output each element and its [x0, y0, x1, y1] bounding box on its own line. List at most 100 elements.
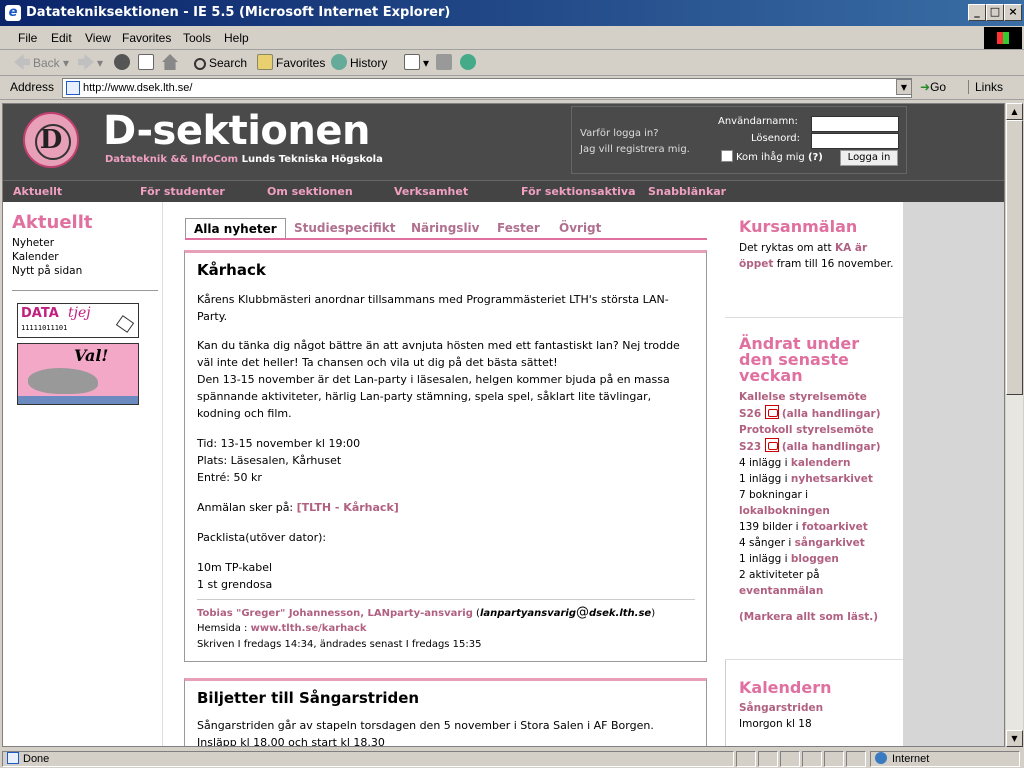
article-paragraph: Kårens Klubbmästeri anordnar tillsammans…	[197, 293, 669, 323]
scroll-up-icon[interactable]: ▲	[1006, 103, 1023, 120]
news-article: Biljetter till Sångarstriden Sångarstrid…	[184, 678, 707, 746]
val-banner[interactable]: Val!	[17, 343, 139, 405]
article-divider	[197, 599, 695, 600]
pdf-icon[interactable]	[764, 405, 779, 419]
pdf-icon[interactable]	[764, 438, 779, 452]
signup-link[interactable]: [TLTH - Kårhack]	[297, 501, 399, 514]
close-button[interactable]: ×	[1004, 4, 1022, 21]
packlist-item: 10m TP-kabel	[197, 561, 273, 574]
alla-handlingar-link[interactable]: (alla handlingar)	[782, 441, 881, 453]
window-titlebar: e Datatekniksektionen - IE 5.5 (Microsof…	[0, 0, 1024, 26]
remember-checkbox[interactable]	[721, 150, 733, 162]
back-button[interactable]: Back ▾	[14, 54, 69, 72]
printer-icon	[436, 54, 452, 70]
username-input[interactable]	[811, 116, 899, 132]
forward-arrow-icon	[78, 54, 94, 70]
why-login-link[interactable]: Varför logga in?	[580, 126, 690, 142]
article-title: Biljetter till Sångarstriden	[197, 689, 420, 707]
menu-tools[interactable]: Tools	[183, 31, 211, 45]
history-button[interactable]: History	[331, 54, 387, 72]
print-button[interactable]	[436, 54, 455, 72]
link-nytt-pa-sidan[interactable]: Nytt på sidan	[12, 264, 82, 278]
article-signup: Anmälan sker på: [TLTH - Kårhack]	[197, 501, 399, 514]
status-cell	[736, 751, 756, 767]
nav-om-sektionen[interactable]: Om sektionen	[267, 185, 353, 198]
login-button[interactable]: Logga in	[840, 150, 898, 166]
links-button[interactable]: Links	[968, 80, 1003, 94]
address-input[interactable]: http://www.dsek.lth.se/	[62, 78, 912, 98]
toolbar: Back ▾ ▾ Search Favorites History ▾	[0, 50, 1024, 76]
register-link[interactable]: Jag vill registrera mig.	[580, 142, 690, 158]
maximize-button[interactable]: □	[986, 4, 1004, 21]
tab-alla-nyheter[interactable]: Alla nyheter	[185, 218, 286, 238]
remember-me[interactable]: Kom ihåg mig (?)	[721, 150, 823, 163]
site-subtitle: Datateknik && InfoCom Lunds Tekniska Hög…	[105, 154, 383, 165]
mark-all-read-link[interactable]: (Markera allt som läst.)	[739, 609, 899, 625]
refresh-button[interactable]	[138, 54, 157, 72]
protokoll-link[interactable]: Protokoll styrelsemöte	[739, 422, 899, 438]
address-url: http://www.dsek.lth.se/	[83, 82, 193, 94]
article-paragraph: Sångarstriden går av stapeln torsdagen d…	[197, 719, 654, 732]
forward-button[interactable]: ▾	[78, 54, 103, 72]
menu-favorites[interactable]: Favorites	[122, 31, 171, 45]
password-input[interactable]	[811, 133, 899, 149]
nav-for-studenter[interactable]: För studenter	[140, 185, 225, 198]
s26-link[interactable]: S26	[739, 408, 761, 420]
news-article: Kårhack Kårens Klubbmästeri anordnar til…	[184, 250, 707, 662]
datatjej-banner[interactable]: DATA tjej 11111011101	[17, 303, 139, 338]
vertical-scrollbar[interactable]: ▲ ▼	[1006, 103, 1023, 747]
kallelse-link[interactable]: Kallelse styrelsemöte	[739, 389, 899, 405]
menu-view[interactable]: View	[85, 31, 111, 45]
homepage-link[interactable]: www.tlth.se/karhack	[251, 623, 367, 634]
scroll-down-icon[interactable]: ▼	[1006, 730, 1023, 747]
scroll-thumb[interactable]	[1006, 120, 1023, 395]
menu-edit[interactable]: Edit	[51, 31, 72, 45]
menu-help[interactable]: Help	[224, 31, 249, 45]
go-button[interactable]: ➜Go	[920, 80, 946, 94]
calendar-event-link[interactable]: Sångarstriden	[739, 700, 899, 716]
site-logo[interactable]: D	[23, 112, 79, 168]
window-title: Datatekniksektionen - IE 5.5 (Microsoft …	[26, 5, 451, 20]
left-divider	[12, 290, 158, 291]
nav-aktuellt[interactable]: Aktuellt	[13, 185, 62, 198]
menu-file[interactable]: File	[18, 31, 37, 45]
tab-naringsliv[interactable]: Näringsliv	[411, 218, 480, 238]
status-cell	[846, 751, 866, 767]
search-button[interactable]: Search	[194, 54, 247, 72]
article-timestamp: Skriven I fredags 14:34, ändrades senast…	[197, 639, 482, 650]
favorites-button[interactable]: Favorites	[257, 54, 325, 72]
link-nyheter[interactable]: Nyheter	[12, 236, 82, 250]
messenger-button[interactable]	[460, 54, 479, 72]
home-icon	[162, 54, 178, 70]
change-item: 1 inlägg i bloggen	[739, 553, 839, 565]
link-kalender[interactable]: Kalender	[12, 250, 82, 264]
nav-verksamhet[interactable]: Verksamhet	[394, 185, 468, 198]
home-button[interactable]	[162, 54, 181, 72]
page-done-icon	[7, 752, 19, 764]
change-item: 7 bokningar i lokalbokningen	[739, 489, 830, 517]
alla-handlingar-link[interactable]: (alla handlingar)	[782, 408, 881, 420]
tab-fester[interactable]: Fester	[497, 218, 540, 238]
s23-link[interactable]: S23	[739, 441, 761, 453]
nav-snabblankar[interactable]: Snabblänkar	[648, 185, 726, 198]
stop-button[interactable]	[114, 54, 133, 72]
article-price: Entré: 50 kr	[197, 471, 262, 484]
tab-studiespecifikt[interactable]: Studiespecifikt	[294, 218, 395, 238]
username-label: Användarnamn:	[718, 116, 798, 127]
article-homepage: Hemsida : www.tlth.se/karhack	[197, 623, 367, 634]
go-arrow-icon: ➜	[920, 80, 931, 94]
mail-button[interactable]: ▾	[404, 54, 429, 72]
left-links: Nyheter Kalender Nytt på sidan	[12, 236, 82, 278]
search-icon	[194, 58, 206, 70]
change-item: 2 aktiviteter på eventanmälan	[739, 569, 824, 597]
help-link[interactable]: (?)	[808, 152, 823, 163]
tab-underline	[185, 238, 707, 240]
minimize-button[interactable]: _	[968, 4, 986, 21]
page-icon	[66, 81, 80, 95]
article-author: Tobias "Greger" Johannesson, LANparty-an…	[197, 605, 656, 620]
address-dropdown-icon[interactable]: ▼	[896, 79, 912, 95]
password-label: Lösenord:	[751, 133, 800, 144]
nav-for-sektionsaktiva[interactable]: För sektionsaktiva	[521, 185, 636, 198]
tab-ovrigt[interactable]: Övrigt	[559, 218, 601, 238]
status-zone: Internet	[870, 751, 1020, 767]
